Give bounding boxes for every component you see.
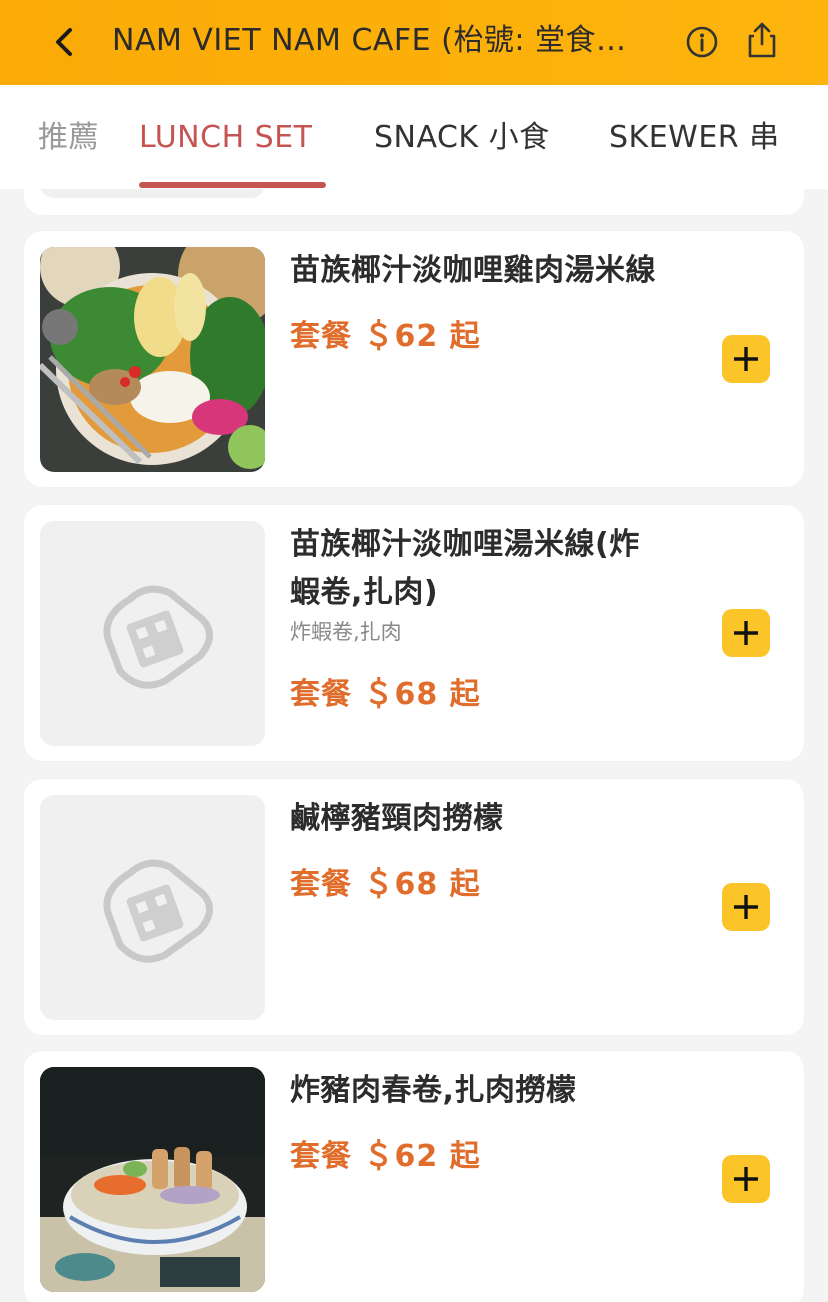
item-price: 套餐 ＄62 起 [290, 1139, 481, 1174]
page-title: NAM VIET NAM CAFE (枱號: 堂食… [112, 23, 627, 58]
add-to-cart-button[interactable] [722, 1155, 770, 1203]
item-price: 套餐 ＄68 起 [290, 867, 481, 902]
info-icon [686, 26, 718, 58]
item-name: 炸豬肉春卷,扎肉撈檬 [290, 1073, 577, 1108]
menu-item-card[interactable]: 炸豬肉春卷,扎肉撈檬 套餐 ＄62 起 [24, 1051, 804, 1302]
back-button[interactable] [44, 22, 84, 62]
chevron-left-icon [56, 28, 72, 56]
plus-icon [734, 621, 758, 645]
item-name: 苗族椰汁淡咖哩雞肉湯米線 [290, 253, 656, 288]
plus-icon [734, 1167, 758, 1191]
tab-lunch-set[interactable]: LUNCH SET [139, 113, 312, 163]
tab-skewer[interactable]: SKEWER 串 [609, 113, 780, 163]
item-description: 炸蝦卷,扎肉 [290, 620, 402, 644]
add-to-cart-button[interactable] [722, 335, 770, 383]
tab-snack[interactable]: SNACK 小食 [374, 113, 550, 163]
item-image-placeholder [40, 521, 265, 746]
share-icon [748, 22, 776, 58]
item-price: 套餐 ＄68 起 [290, 677, 481, 712]
item-name: 鹹檸豬頸肉撈檬 [290, 801, 504, 836]
item-photo [40, 1067, 265, 1292]
item-name-line-2: 蝦卷,扎肉) [290, 575, 439, 610]
add-to-cart-button[interactable] [722, 883, 770, 931]
share-button[interactable] [744, 20, 780, 60]
item-image-placeholder [40, 795, 265, 1020]
item-photo [40, 247, 265, 472]
menu-item-card-partial [24, 189, 804, 215]
active-tab-indicator [139, 182, 326, 188]
add-to-cart-button[interactable] [722, 609, 770, 657]
page: NAM VIET NAM CAFE (枱號: 堂食… 推薦 LUNCH SET … [0, 0, 828, 1302]
item-image-placeholder [40, 189, 265, 198]
menu-item-card[interactable]: 鹹檸豬頸肉撈檬 套餐 ＄68 起 [24, 779, 804, 1035]
menu-item-card[interactable]: 苗族椰汁淡咖哩湯米線(炸 蝦卷,扎肉) 炸蝦卷,扎肉 套餐 ＄68 起 [24, 505, 804, 761]
curry-noodle-bowl-image [40, 247, 265, 472]
placeholder-logo-icon [40, 795, 265, 1020]
item-name: 苗族椰汁淡咖哩湯米線(炸 蝦卷,扎肉) [290, 521, 670, 617]
item-price: 套餐 ＄62 起 [290, 319, 481, 354]
spring-roll-noodle-bowl-image [40, 1067, 265, 1292]
tab-recommended[interactable]: 推薦 [38, 113, 99, 163]
category-tabs: 推薦 LUNCH SET SNACK 小食 SKEWER 串 [0, 85, 828, 189]
placeholder-logo-icon [40, 521, 265, 746]
menu-item-card[interactable]: 苗族椰汁淡咖哩雞肉湯米線 套餐 ＄62 起 [24, 231, 804, 487]
item-name-line-1: 苗族椰汁淡咖哩湯米線(炸 [290, 527, 640, 562]
plus-icon [734, 347, 758, 371]
menu-list[interactable]: 苗族椰汁淡咖哩雞肉湯米線 套餐 ＄62 起 苗族椰汁淡咖哩湯米線(炸 蝦卷,扎肉… [0, 189, 828, 1302]
app-header: NAM VIET NAM CAFE (枱號: 堂食… [0, 0, 828, 85]
plus-icon [734, 895, 758, 919]
info-button[interactable] [684, 24, 720, 60]
